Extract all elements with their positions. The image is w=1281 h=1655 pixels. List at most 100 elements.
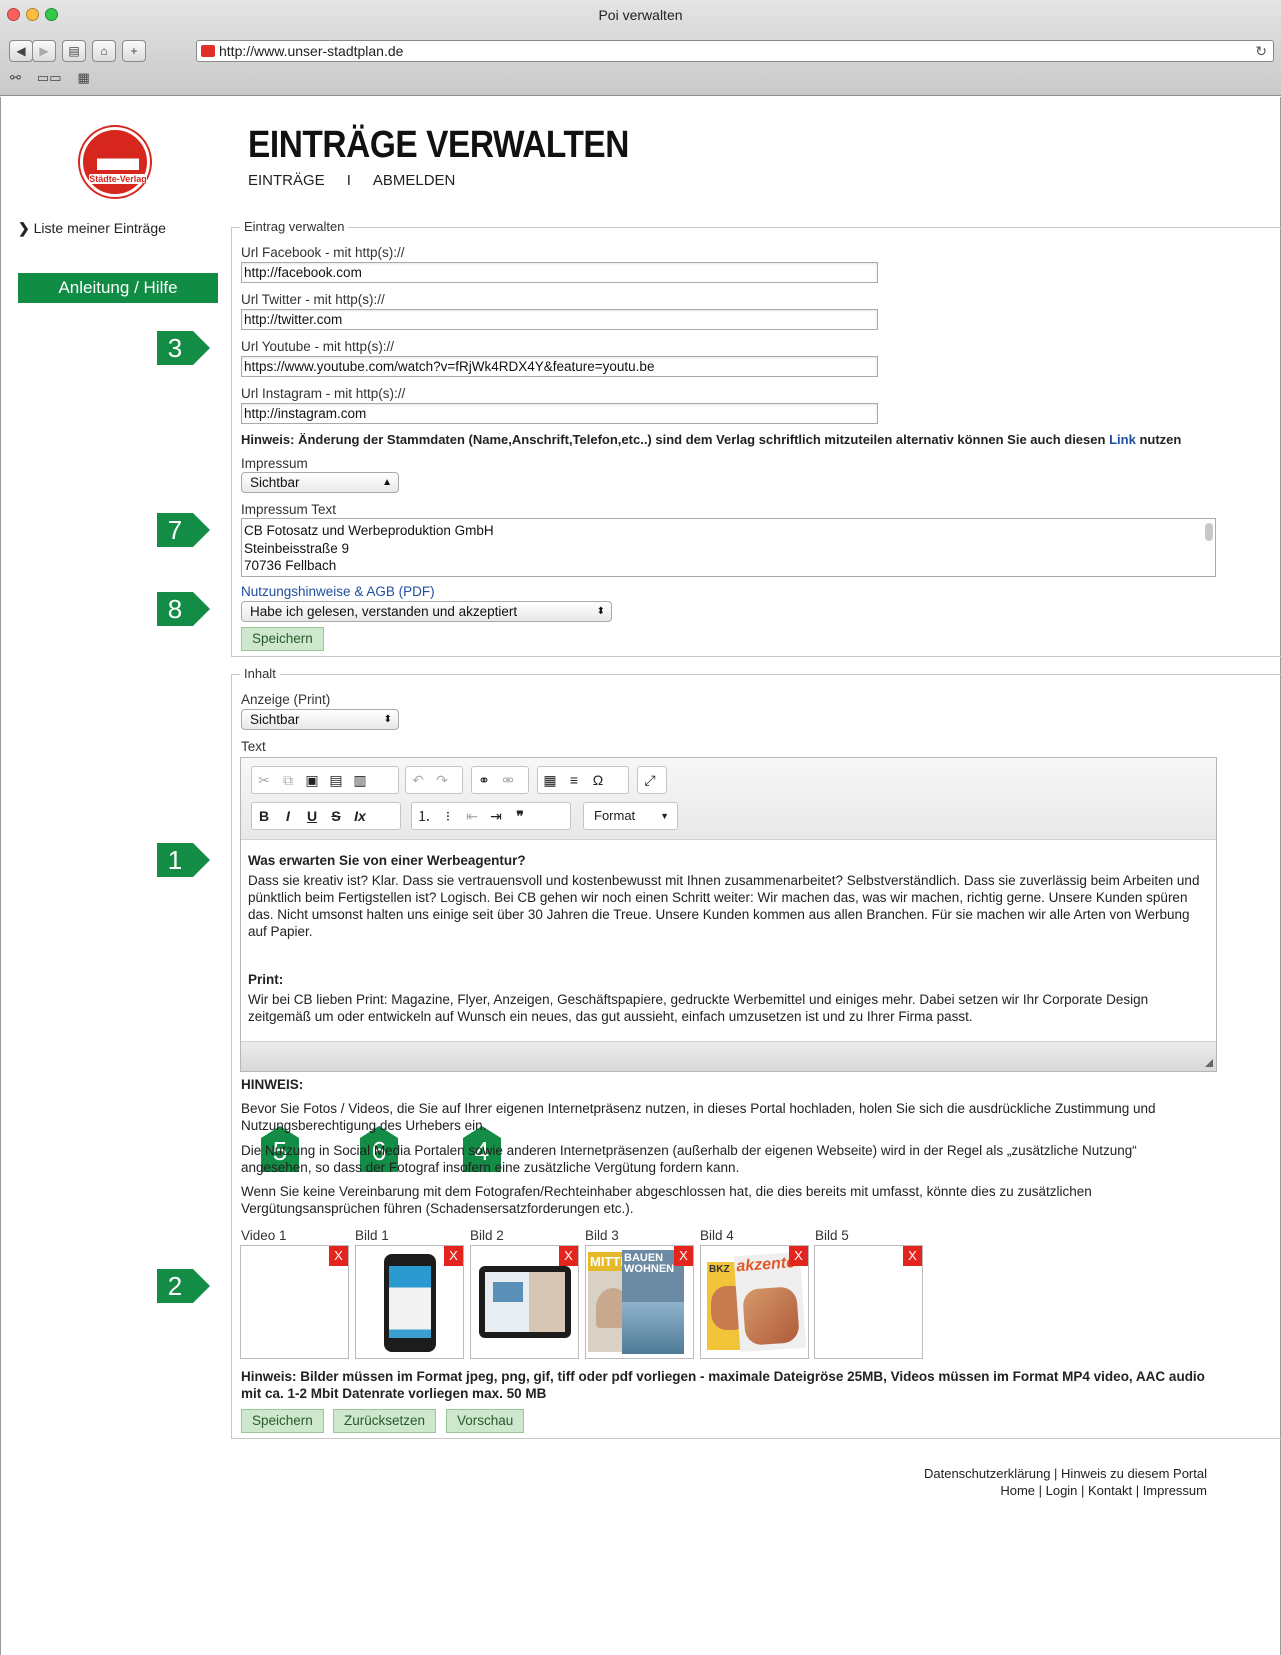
numbered-list-icon[interactable]: ⒈ [412, 806, 436, 826]
agb-link[interactable]: Nutzungshinweise & AGB (PDF) [241, 584, 435, 599]
delete-button[interactable]: X [789, 1246, 808, 1266]
editor-statusbar [241, 1041, 1216, 1071]
nav-eintraege[interactable]: EINTRÄGE [248, 172, 325, 189]
add-bookmark-button[interactable]: + [122, 40, 146, 62]
delete-button[interactable]: X [559, 1246, 578, 1266]
remove-format-icon[interactable]: Ix [348, 808, 372, 824]
italic-icon[interactable]: I [276, 808, 300, 824]
reset-button[interactable]: Zurücksetzen [333, 1409, 437, 1433]
impressum-textarea[interactable]: CB Fotosatz und Werbeproduktion GmbH Ste… [241, 518, 1216, 577]
logo-text: Städte-Verlag [89, 174, 147, 184]
redo-icon[interactable]: ↷ [430, 772, 454, 789]
select-arrows-icon: ⬍ [383, 714, 392, 725]
outdent-icon[interactable]: ⇤ [460, 808, 484, 825]
bookmarks-icon[interactable]: ▭▭ [37, 70, 62, 86]
stammdaten-hint: Hinweis: Änderung der Stammdaten (Name,A… [241, 432, 1182, 447]
arrow-right-icon [193, 592, 210, 626]
anzeige-select[interactable]: Sichtbar ⬍ [241, 709, 399, 730]
marker-7: 7 [157, 513, 210, 547]
underline-icon[interactable]: U [300, 808, 324, 824]
delete-button[interactable]: X [444, 1246, 463, 1266]
content-save-button[interactable]: Speichern [241, 1409, 324, 1433]
special-char-icon[interactable]: Ω [586, 772, 610, 788]
preview-button[interactable]: Vorschau [446, 1409, 525, 1433]
twitter-label: Url Twitter - mit http(s):// [241, 292, 385, 307]
youtube-input[interactable]: https://www.youtube.com/watch?v=fRjWk4RD… [241, 356, 878, 377]
print-icon: ▤ [68, 44, 80, 58]
copy-icon[interactable]: ⧉ [276, 772, 300, 789]
media-label-bild-3: Bild 3 [585, 1228, 619, 1243]
hinweis-title: HINWEIS: [241, 1077, 304, 1092]
paste-icon[interactable]: ▣ [300, 772, 324, 789]
staedte-verlag-logo[interactable]: Städte-Verlag [80, 127, 150, 197]
blockquote-icon[interactable]: ❞ [508, 808, 532, 825]
help-button[interactable]: Anleitung / Hilfe [18, 273, 218, 303]
address-bar[interactable]: http://www.unser-stadtplan.de ↻ [196, 40, 1274, 62]
dropdown-arrow-icon: ▼ [660, 811, 669, 821]
paste-text-icon[interactable]: ▤ [324, 772, 348, 789]
indent-icon[interactable]: ⇥ [484, 808, 508, 825]
media-slot-video-1[interactable]: X [240, 1245, 349, 1359]
impressum-select[interactable]: Sichtbar ▲ [241, 472, 399, 493]
paste-word-icon[interactable]: ▥ [348, 772, 372, 789]
content-heading-2: Print: [248, 972, 284, 987]
unlink-icon[interactable]: ⚮ [496, 772, 520, 789]
nav-separator: I [346, 172, 351, 189]
horizontal-rule-icon[interactable]: ≡ [562, 772, 586, 788]
nav-abmelden[interactable]: ABMELDEN [373, 172, 456, 189]
select-arrows-icon: ⬍ [596, 606, 605, 617]
hint-link[interactable]: Link [1109, 432, 1136, 447]
page-title: EINTRÄGE VERWALTEN [248, 124, 630, 166]
format-hint: Hinweis: Bilder müssen im Format jpeg, p… [241, 1369, 1205, 1401]
media-slot-bild-2[interactable]: X [470, 1245, 579, 1359]
cut-icon[interactable]: ✂ [252, 772, 276, 789]
media-slot-bild-1[interactable]: X [355, 1245, 464, 1359]
marker-1: 1 [157, 843, 210, 877]
magazine-akzente-thumbnail: akzente [733, 1251, 807, 1353]
back-icon: ◀ [16, 44, 26, 58]
editor-content[interactable]: Was erwarten Sie von einer Werbeagentur?… [248, 852, 1208, 1025]
sidebar-link-list[interactable]: ❯ Liste meiner Einträge [18, 220, 166, 237]
agb-select[interactable]: Habe ich gelesen, verstanden und akzepti… [241, 601, 612, 622]
undo-icon[interactable]: ↶ [406, 772, 430, 789]
footer-line-2: Home | Login | Kontakt | Impressum [1000, 1483, 1207, 1498]
media-label-bild-5: Bild 5 [815, 1228, 849, 1243]
entry-save-button[interactable]: Speichern [241, 627, 324, 651]
reading-list-icon[interactable]: ⚯ [10, 70, 21, 86]
top-nav: EINTRÄGE I ABMELDEN [248, 172, 455, 189]
back-button[interactable]: ◀ [9, 40, 33, 62]
delete-button[interactable]: X [903, 1246, 922, 1266]
footer-line-1: Datenschutzerklärung | Hinweis zu diesem… [923, 1466, 1207, 1481]
top-sites-icon[interactable]: ▦ [77, 70, 89, 86]
format-dropdown[interactable]: Format ▼ [583, 802, 678, 830]
bullet-list-icon[interactable]: ⁝ [436, 808, 460, 825]
table-icon[interactable]: ▦ [538, 772, 562, 789]
impressum-label: Impressum [241, 456, 308, 471]
entry-legend: Eintrag verwalten [240, 219, 349, 234]
facebook-label: Url Facebook - mit http(s):// [241, 245, 405, 260]
delete-button[interactable]: X [329, 1246, 348, 1266]
link-icon[interactable]: ⚭ [472, 772, 496, 789]
media-slot-bild-4[interactable]: BKZ akzente X [700, 1245, 809, 1359]
print-button[interactable]: ▤ [62, 40, 86, 62]
media-slot-bild-3[interactable]: MITTE BAUEN WOHNEN X [585, 1245, 694, 1359]
instagram-input[interactable]: http://instagram.com [241, 403, 878, 424]
home-button[interactable]: ⌂ [92, 40, 116, 62]
media-label-bild-1: Bild 1 [355, 1228, 389, 1243]
media-label-video-1: Video 1 [241, 1228, 287, 1243]
maximize-icon[interactable]: ⤢ [638, 772, 662, 789]
delete-button[interactable]: X [674, 1246, 693, 1266]
rich-text-editor: ✂ ⧉ ▣ ▤ ▥ ↶ ↷ ⚭ ⚮ ▦ ≡ Ω ⤢ B I U S Ix ⒈ ⁝… [240, 757, 1217, 1072]
textarea-scrollbar[interactable] [1205, 523, 1213, 541]
home-icon: ⌂ [100, 44, 108, 58]
strike-icon[interactable]: S [324, 808, 348, 824]
forward-icon: ▶ [39, 44, 49, 58]
facebook-input[interactable]: http://facebook.com [241, 262, 878, 283]
browser-toolbar: ◀ ▶ ▤ ⌂ + [9, 40, 146, 62]
resize-grip-icon[interactable] [1205, 1059, 1213, 1067]
media-slot-bild-5[interactable]: X [814, 1245, 923, 1359]
forward-button[interactable]: ▶ [32, 40, 56, 62]
reload-icon[interactable]: ↻ [1255, 41, 1267, 61]
bold-icon[interactable]: B [252, 808, 276, 824]
twitter-input[interactable]: http://twitter.com [241, 309, 878, 330]
